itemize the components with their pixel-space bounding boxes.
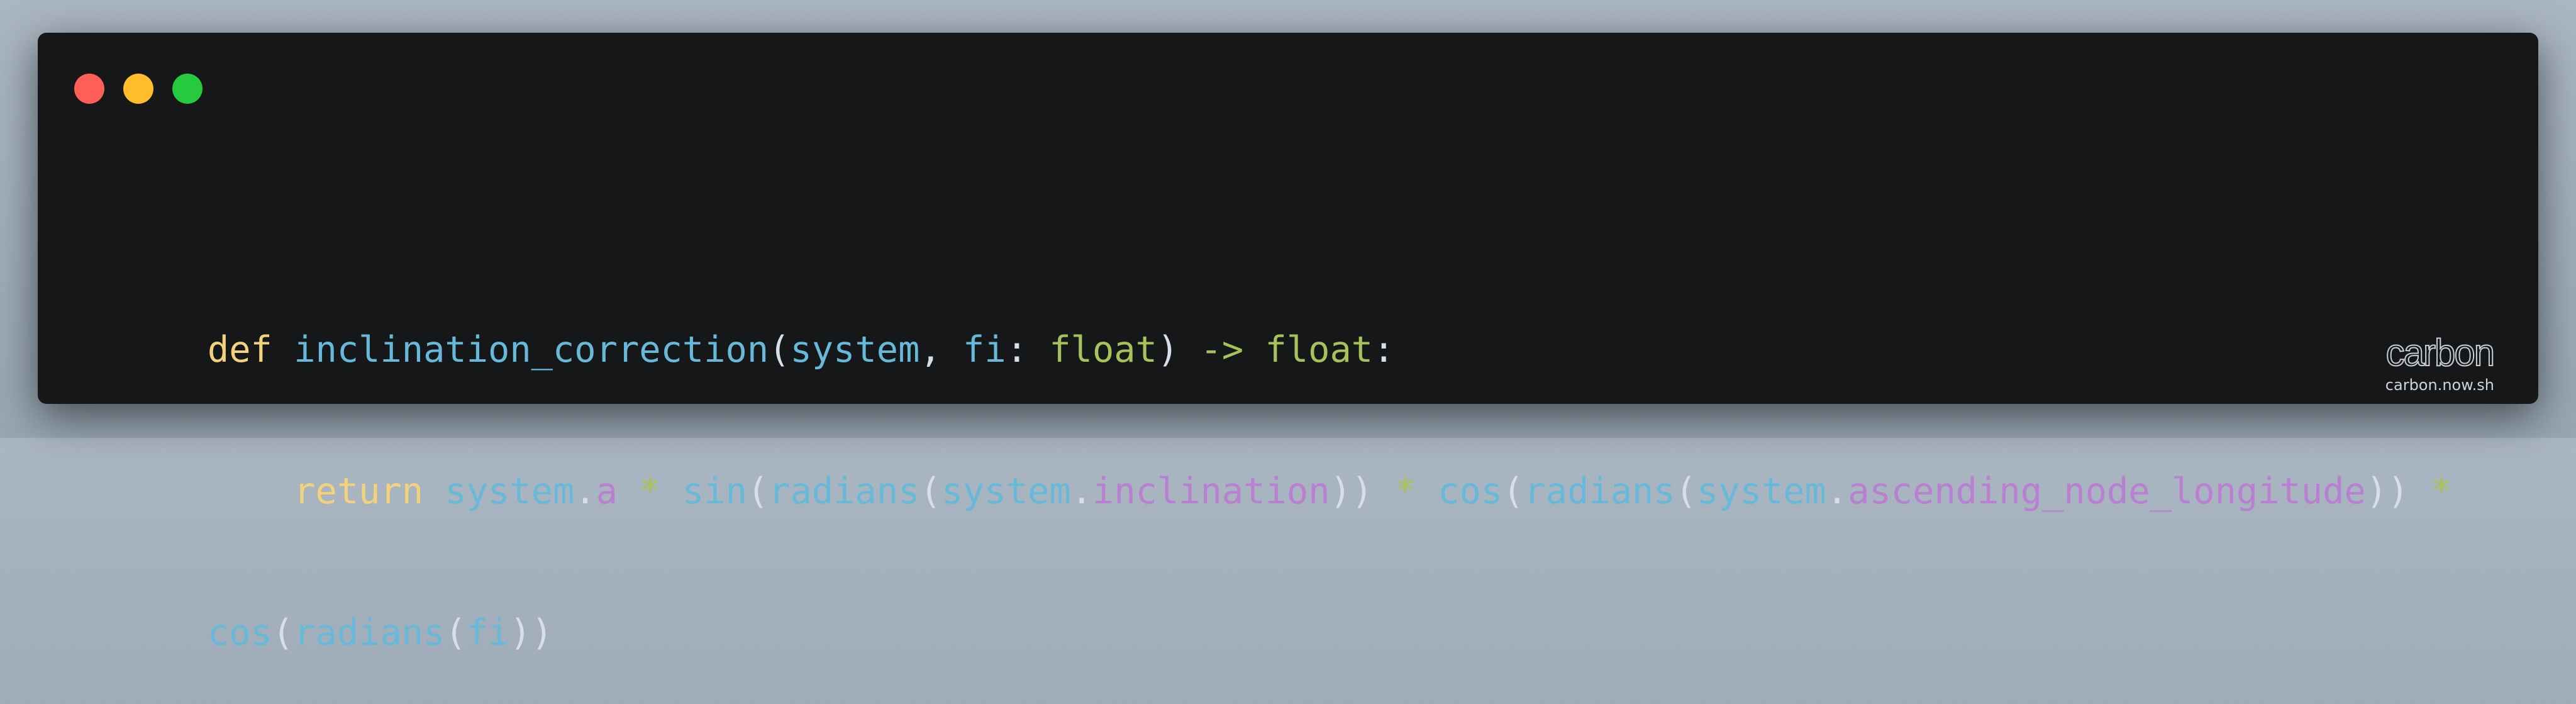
code-token: system: [445, 471, 575, 512]
minimize-dot-icon[interactable]: [123, 74, 153, 104]
code-token: cos: [207, 612, 272, 654]
code-token: cos: [1438, 471, 1503, 512]
code-token: ,: [919, 329, 963, 371]
code-token: (: [769, 329, 791, 371]
code-token: fi: [963, 329, 1006, 371]
code-token: float: [1265, 329, 1374, 371]
code-token: *: [2430, 471, 2453, 512]
code-token: float: [1049, 329, 1157, 371]
code-token: ): [1157, 329, 1201, 371]
close-dot-icon[interactable]: [74, 74, 104, 104]
code-token: :: [1006, 329, 1050, 371]
code-token: )): [1330, 471, 1395, 512]
code-token: def: [207, 329, 272, 371]
code-token: .: [1070, 471, 1093, 512]
code-token: sin: [682, 471, 747, 512]
code-token: ->: [1200, 329, 1244, 371]
code-block: def inclination_correction(system, fi: f…: [78, 185, 2452, 704]
window-controls: [74, 74, 203, 104]
code-token: radians: [1524, 471, 1675, 512]
code-window: def inclination_correction(system, fi: f…: [38, 33, 2538, 654]
code-token: system: [1696, 471, 1826, 512]
code-token: inclination: [1092, 471, 1330, 512]
code-token: *: [1394, 471, 1416, 512]
zoom-dot-icon[interactable]: [172, 74, 203, 104]
code-token: a: [596, 471, 618, 512]
code-token: .: [574, 471, 596, 512]
code-token: :: [1373, 329, 1395, 371]
code-token: inclination_correction: [294, 329, 769, 371]
code-token: radians: [769, 471, 920, 512]
code-token: system: [790, 329, 920, 371]
code-token: ascending_node_longitude: [1848, 471, 2366, 512]
code-token: .: [1826, 471, 1848, 512]
code-token: )): [509, 612, 553, 654]
code-token: (: [1502, 471, 1524, 512]
carbon-url: carbon.now.sh: [2385, 376, 2494, 394]
carbon-watermark: carbon carbon.now.sh: [2385, 332, 2496, 394]
code-line-2: return system.a * sin(radians(system.inc…: [78, 421, 2452, 512]
code-token: radians: [294, 612, 445, 654]
carbon-logo: carbon: [2385, 332, 2496, 374]
code-token: (: [272, 612, 294, 654]
code-token: (: [919, 471, 941, 512]
code-token: (: [747, 471, 769, 512]
code-token: )): [2365, 471, 2431, 512]
code-token: *: [639, 471, 661, 512]
code-token: fi: [466, 612, 510, 654]
code-token: system: [941, 471, 1071, 512]
code-token: (: [445, 612, 467, 654]
code-line-3: cos(radians(fi)): [78, 562, 2452, 654]
code-line-1: def inclination_correction(system, fi: f…: [78, 279, 2452, 371]
code-token: (: [1675, 471, 1697, 512]
code-token: return: [294, 471, 424, 512]
